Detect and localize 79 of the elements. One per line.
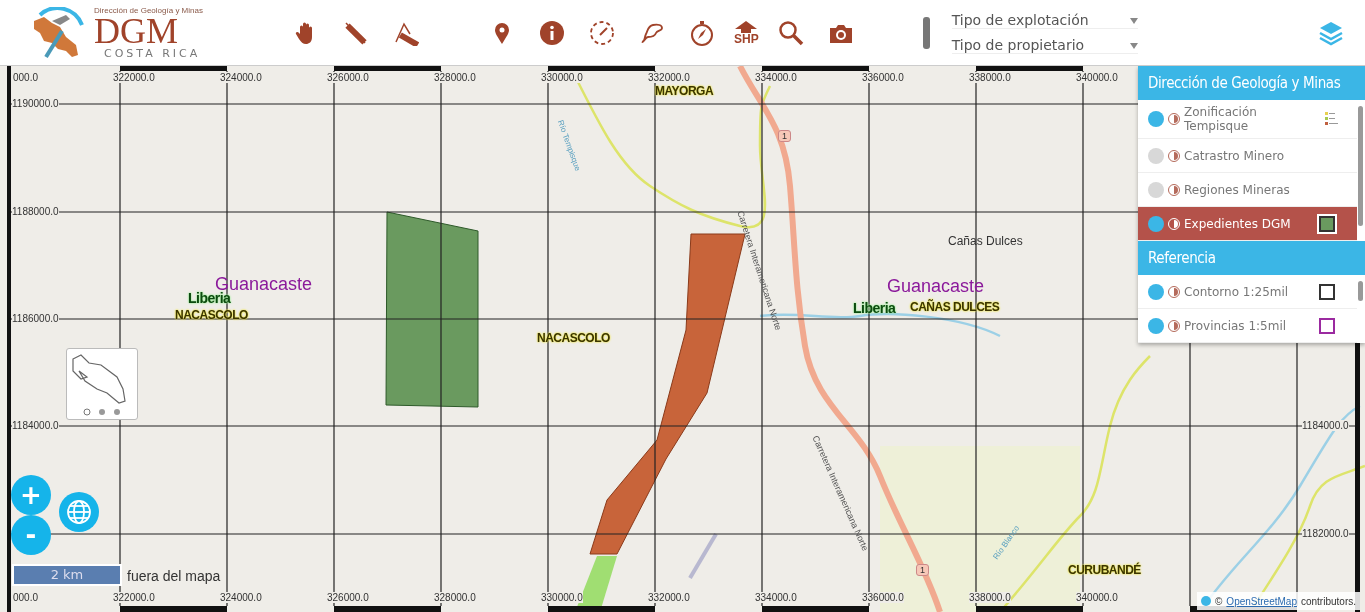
- visibility-toggle[interactable]: [1148, 147, 1164, 164]
- toolbar-handle[interactable]: [922, 16, 930, 49]
- grid-coordinate-label: 000.0: [13, 72, 39, 83]
- map-label: Liberia: [853, 300, 896, 316]
- layer-name: Regiones Mineras: [1184, 182, 1291, 197]
- overview-minimap[interactable]: [66, 348, 138, 420]
- caret-icon: [1129, 17, 1138, 24]
- layer-item[interactable]: Expedientes DGM: [1138, 207, 1357, 241]
- attribution-link[interactable]: OpenStreetMap: [1226, 595, 1297, 607]
- visibility-toggle[interactable]: [1148, 215, 1164, 232]
- grid-coordinate-label: 338000.0: [969, 72, 1011, 83]
- grid-coordinate-label: 330000.0: [541, 592, 583, 603]
- grid-coordinate-label: 334000.0: [755, 72, 797, 83]
- layer-item[interactable]: Zonificación Tempisque: [1138, 100, 1357, 139]
- layer-item[interactable]: Catrastro Minero: [1138, 139, 1357, 173]
- grid-coordinate-label: 324000.0: [220, 72, 262, 83]
- logo-country: COSTA RICA: [104, 46, 201, 60]
- filter-dropdown[interactable]: Tipo de explotación: [951, 11, 1138, 29]
- grid-coordinate-label: 338000.0: [969, 592, 1011, 603]
- logo-acronym: DGM: [94, 14, 178, 47]
- grid-coordinate-label: 1182000.0: [1302, 528, 1349, 539]
- grid-coordinate-label: 1186000.0: [12, 313, 59, 324]
- grid-coordinate-label: 332000.0: [648, 72, 690, 83]
- country-outline-drawing: [72, 354, 126, 404]
- layer-name: Catrastro Minero: [1184, 148, 1286, 163]
- grid-coordinate-label: 330000.0: [541, 72, 583, 83]
- map-label: MAYORGA: [655, 84, 714, 98]
- visibility-toggle[interactable]: [1148, 283, 1164, 300]
- grid-coordinate-label: 340000.0: [1076, 72, 1118, 83]
- shapefile-export-button[interactable]: SHP: [734, 20, 759, 45]
- layer-name: Expedientes DGM: [1184, 216, 1292, 231]
- layer-group-title: Dirección de Geología y Minas: [1138, 66, 1365, 100]
- layer-group-title: Referencia: [1138, 241, 1365, 275]
- layer-name: Provincias 1:5mil: [1184, 318, 1288, 333]
- layer-item[interactable]: Provincias 1:5mil: [1138, 309, 1357, 343]
- legend-image-icon: [1325, 111, 1339, 127]
- visibility-toggle[interactable]: [1148, 181, 1164, 198]
- attribution-text: ©: [1215, 595, 1223, 607]
- status-text: fuera del mapa: [127, 568, 221, 584]
- map-label: CURUBANDÉ: [1068, 563, 1141, 577]
- map-label: Liberia: [188, 290, 231, 306]
- grid-coordinate-label: 1190000.0: [12, 98, 59, 109]
- attribution-text: contributors.: [1300, 595, 1356, 607]
- grid-coordinate-label: 326000.0: [327, 72, 369, 83]
- grid-coordinate-label: 1184000.0: [12, 420, 59, 431]
- grid-coordinate-label: 332000.0: [648, 592, 690, 603]
- caret-icon: [1129, 42, 1138, 49]
- scrollbar[interactable]: [1358, 106, 1363, 226]
- grid-coordinate-label: 324000.0: [220, 592, 262, 603]
- grid-coordinate-label: 000.0: [13, 592, 39, 603]
- visibility-toggle[interactable]: [1148, 111, 1164, 127]
- scale-bar: 2 km: [12, 564, 122, 586]
- grid-coordinate-label: 326000.0: [327, 592, 369, 603]
- scrollbar[interactable]: [1358, 281, 1363, 302]
- layers-icon[interactable]: [1317, 19, 1344, 46]
- map-label: NACASCOLO: [537, 331, 610, 345]
- organization-name: Dirección de Geología y Minas: [94, 5, 203, 15]
- map-label: CAÑAS DULCES: [910, 300, 1000, 314]
- grid-coordinate-label: 328000.0: [434, 592, 476, 603]
- filter-dropdown[interactable]: Tipo de propietario: [951, 36, 1138, 54]
- grid-coordinate-label: 1184000.0: [1302, 420, 1349, 431]
- layer-item[interactable]: Contorno 1:25mil: [1138, 275, 1357, 309]
- grid-coordinate-label: 328000.0: [434, 72, 476, 83]
- map-label: NACASCOLO: [175, 308, 248, 322]
- visibility-toggle[interactable]: [1148, 317, 1164, 334]
- layer-name: Zonificación Tempisque: [1184, 105, 1258, 133]
- grid-coordinate-label: 322000.0: [113, 72, 155, 83]
- layer-name: Contorno 1:25mil: [1184, 284, 1290, 299]
- grid-coordinate-label: 336000.0: [862, 592, 904, 603]
- grid-coordinate-label: 336000.0: [862, 72, 904, 83]
- grid-coordinate-label: 334000.0: [755, 592, 797, 603]
- carousel-dots-icon: [83, 408, 120, 416]
- grid-coordinate-label: 340000.0: [1076, 592, 1118, 603]
- track-road: [688, 533, 718, 579]
- grid-coordinate-label: 322000.0: [113, 592, 155, 603]
- road-number-label: 1: [778, 130, 791, 142]
- road-number-label: 1: [916, 564, 929, 576]
- globe-icon[interactable]: [59, 492, 99, 532]
- grid-coordinate-label: 1188000.0: [12, 206, 59, 217]
